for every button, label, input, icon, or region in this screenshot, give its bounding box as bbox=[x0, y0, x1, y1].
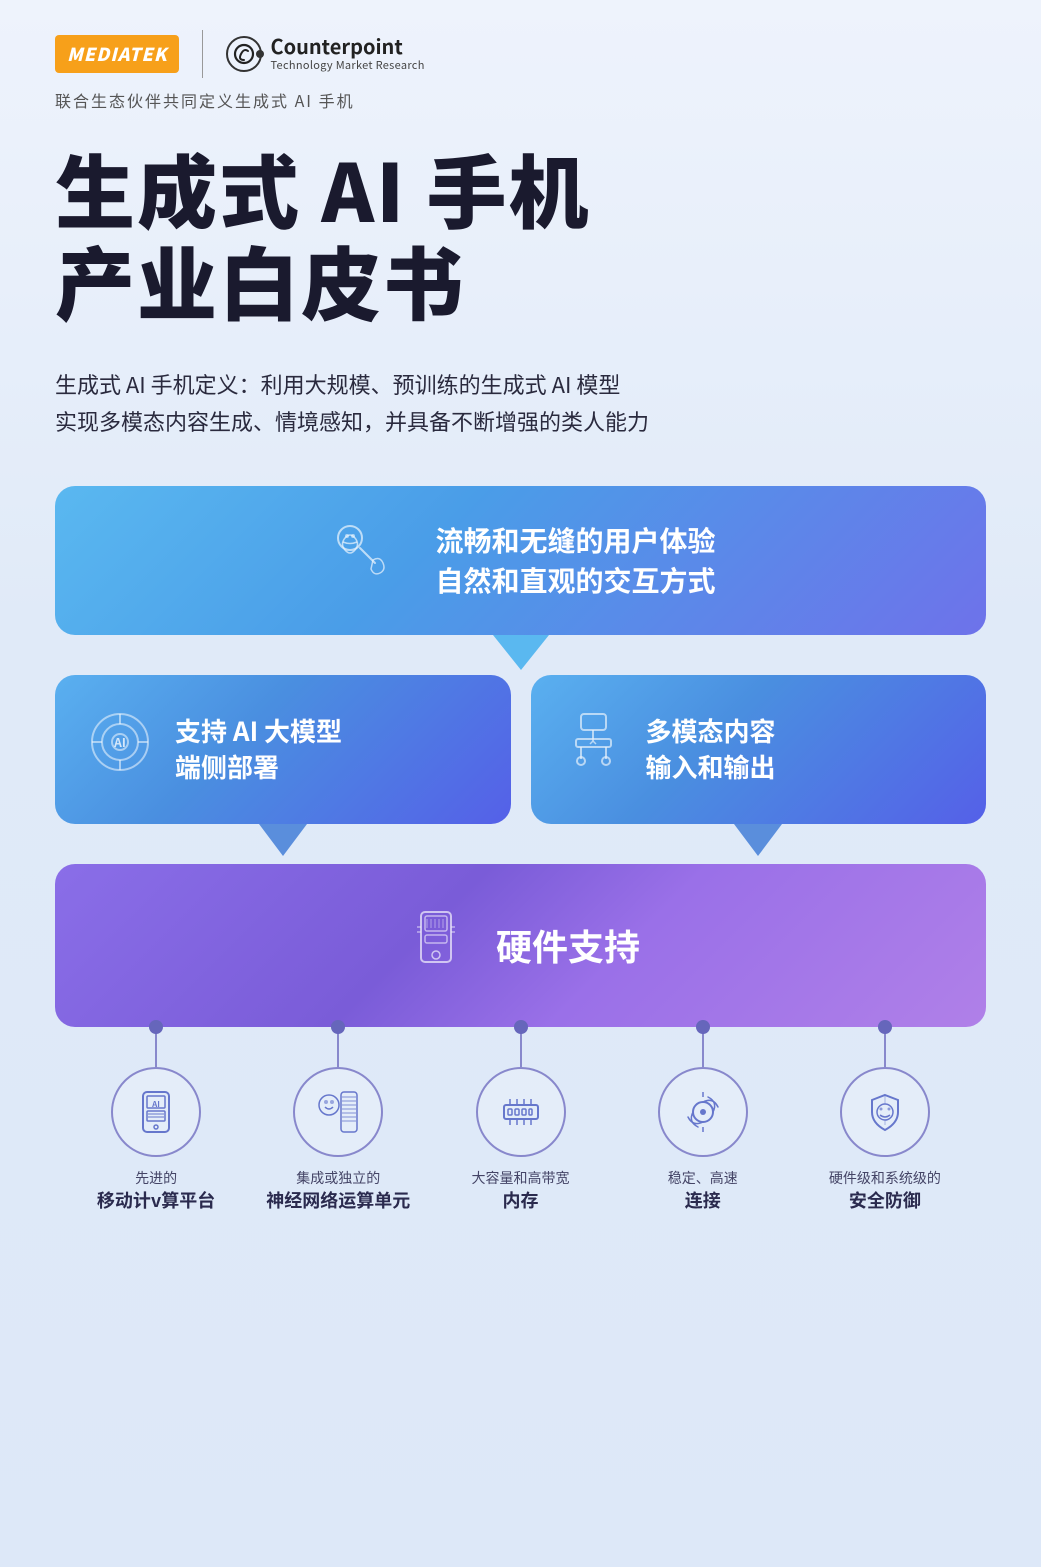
left-mid-line1: 支持 AI 大模型 bbox=[175, 713, 342, 749]
ux-box: 流畅和无缝的用户体验 自然和直观的交互方式 bbox=[55, 486, 986, 635]
bottom-item-2: 集成或独立的 神经网络运算单元 bbox=[247, 1067, 429, 1214]
description: 生成式 AI 手机定义：利用大规模、预训练的生成式 AI 模型 实现多模态内容生… bbox=[55, 366, 986, 441]
main-label-2: 神经网络运算单元 bbox=[266, 1188, 410, 1213]
arrow-ux-down bbox=[55, 635, 986, 675]
bottom-item-5: 硬件级和系统级的 安全防御 bbox=[794, 1067, 976, 1214]
right-mid-box: 多模态内容 输入和输出 bbox=[531, 675, 987, 824]
ux-text: 流畅和无缝的用户体验 自然和直观的交互方式 bbox=[435, 520, 715, 600]
ux-line2: 自然和直观的交互方式 bbox=[435, 560, 715, 600]
dot-4 bbox=[696, 1020, 710, 1034]
main-label-5: 安全防御 bbox=[829, 1188, 941, 1213]
hardware-label: 硬件支持 bbox=[496, 919, 640, 971]
sub-label-3: 大容量和高带宽 bbox=[472, 1169, 570, 1189]
arrow-left-down bbox=[55, 824, 511, 864]
middle-row: AI 支持 AI 大模型 端侧部署 bbox=[55, 675, 986, 824]
dot-3 bbox=[514, 1020, 528, 1034]
left-mid-text: 支持 AI 大模型 端侧部署 bbox=[175, 713, 342, 786]
arrow-left-shape bbox=[259, 824, 307, 856]
icon-connectivity bbox=[658, 1067, 748, 1157]
main-title-line2: 产业白皮书 bbox=[55, 234, 986, 326]
counterpoint-sub: Technology Market Research bbox=[270, 57, 424, 73]
sub-label-5: 硬件级和系统级的 bbox=[829, 1169, 941, 1189]
dot-1 bbox=[149, 1020, 163, 1034]
multimodal-icon bbox=[561, 709, 626, 789]
right-mid-line2: 输入和输出 bbox=[646, 749, 776, 785]
divider bbox=[202, 30, 203, 78]
right-mid-line1: 多模态内容 bbox=[646, 713, 776, 749]
counterpoint-logo: Counterpoint Technology Market Research bbox=[226, 35, 424, 73]
bottom-item-4: 稳定、高速 连接 bbox=[612, 1067, 794, 1214]
counterpoint-icon bbox=[226, 36, 262, 72]
diagram: 流畅和无缝的用户体验 自然和直观的交互方式 AI bbox=[55, 486, 986, 1214]
label-3: 大容量和高带宽 内存 bbox=[472, 1169, 570, 1214]
main-title: 生成式 AI 手机 产业白皮书 bbox=[55, 142, 986, 326]
dot-5 bbox=[878, 1020, 892, 1034]
desc-line2: 实现多模态内容生成、情境感知，并具备不断增强的类人能力 bbox=[55, 403, 986, 440]
svg-text:AI: AI bbox=[113, 734, 126, 751]
sub-label-4: 稳定、高速 bbox=[668, 1169, 738, 1189]
label-2: 集成或独立的 神经网络运算单元 bbox=[266, 1169, 410, 1214]
sub-label-2: 集成或独立的 bbox=[266, 1169, 410, 1189]
mediatek-logo: MEDIATEK bbox=[55, 35, 179, 73]
page-wrapper: MEDIATEK Counterpoint Technology Market … bbox=[0, 0, 1041, 1567]
icon-memory bbox=[476, 1067, 566, 1157]
bottom-item-1: AI 先进的 移动计v算平台 bbox=[65, 1067, 247, 1214]
right-mid-text: 多模态内容 输入和输出 bbox=[646, 713, 776, 786]
main-label-4: 连接 bbox=[668, 1188, 738, 1213]
icon-npu bbox=[293, 1067, 383, 1157]
handshake-icon bbox=[325, 518, 405, 603]
label-5: 硬件级和系统级的 安全防御 bbox=[829, 1169, 941, 1214]
subtitle: 联合生态伙伴共同定义生成式 AI 手机 bbox=[55, 88, 986, 112]
left-mid-box: AI 支持 AI 大模型 端侧部署 bbox=[55, 675, 511, 824]
bottom-item-3: 大容量和高带宽 内存 bbox=[429, 1067, 611, 1214]
main-label-1: 移动计v算平台 bbox=[97, 1188, 215, 1213]
left-mid-line2: 端侧部署 bbox=[175, 749, 342, 785]
svg-text:AI: AI bbox=[151, 1099, 160, 1110]
hardware-box: 硬件支持 bbox=[55, 864, 986, 1027]
label-1: 先进的 移动计v算平台 bbox=[97, 1169, 215, 1214]
arrows-mid-down bbox=[55, 824, 986, 864]
label-4: 稳定、高速 连接 bbox=[668, 1169, 738, 1214]
desc-line1: 生成式 AI 手机定义：利用大规模、预训练的生成式 AI 模型 bbox=[55, 366, 986, 403]
counterpoint-text: Counterpoint Technology Market Research bbox=[270, 35, 424, 73]
counterpoint-name: Counterpoint bbox=[270, 35, 424, 57]
icon-security bbox=[840, 1067, 930, 1157]
header: MEDIATEK Counterpoint Technology Market … bbox=[55, 30, 986, 78]
dot-2 bbox=[331, 1020, 345, 1034]
hardware-icon bbox=[401, 902, 471, 989]
sub-label-1: 先进的 bbox=[97, 1169, 215, 1189]
arrow-right-shape bbox=[734, 824, 782, 856]
bottom-row: AI 先进的 移动计v算平台 bbox=[55, 1067, 986, 1214]
ux-line1: 流畅和无缝的用户体验 bbox=[435, 520, 715, 560]
arrow-right-down bbox=[531, 824, 987, 864]
arrow-shape bbox=[493, 635, 549, 670]
icon-mobile-platform: AI bbox=[111, 1067, 201, 1157]
main-label-3: 内存 bbox=[472, 1188, 570, 1213]
ai-model-icon: AI bbox=[85, 707, 155, 792]
main-title-line1: 生成式 AI 手机 bbox=[55, 142, 986, 234]
